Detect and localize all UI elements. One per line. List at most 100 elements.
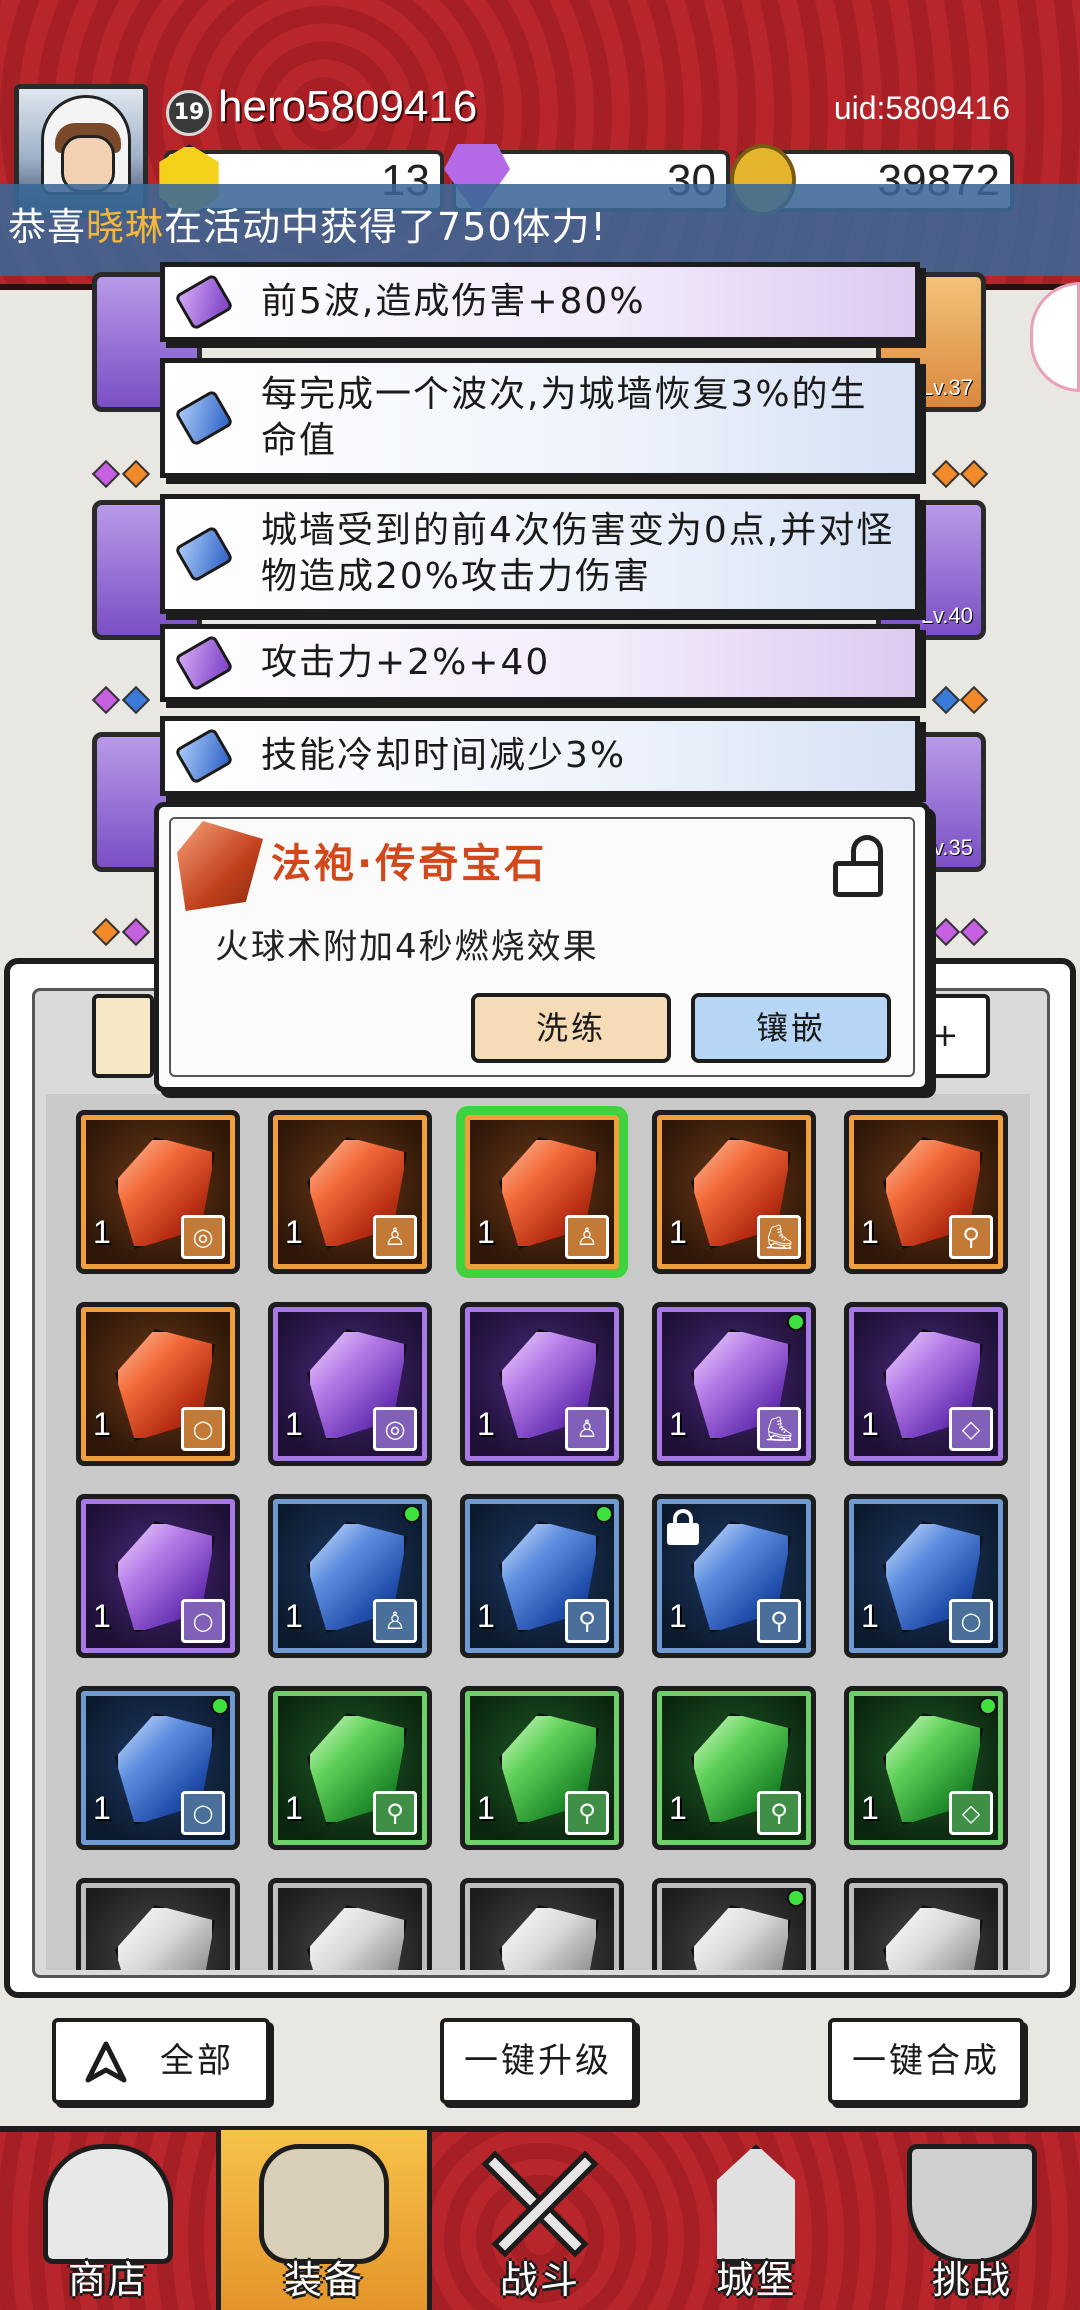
nav-castle[interactable]: 城堡 (648, 2130, 864, 2310)
gem-count: 1 (669, 1406, 687, 1442)
upgrade-all-button[interactable]: 一键升级 (440, 2018, 636, 2104)
gem-count: 1 (669, 1598, 687, 1634)
gem-count: 1 (861, 1790, 879, 1826)
gem-slot[interactable]: 1 ⚲ (460, 1494, 624, 1658)
equip-type-icon: ○ (949, 1599, 993, 1643)
gem-slot[interactable] (652, 1878, 816, 1970)
equip-type-icon: ⛸ (757, 1407, 801, 1451)
gem-count: 1 (93, 1790, 111, 1826)
equip-level: Lv.37 (920, 375, 973, 400)
triangle-up-icon (85, 2041, 127, 2083)
gem-slot[interactable] (844, 1878, 1008, 1970)
gem-slot[interactable]: 1 ♙ (460, 1302, 624, 1466)
gem-slot[interactable]: 1 ♙ (268, 1110, 432, 1274)
gem-slot[interactable]: 1 ◎ (268, 1302, 432, 1466)
equip-level: Lv.40 (920, 603, 973, 628)
nav-challenge[interactable]: 挑战 (864, 2130, 1080, 2310)
socket-gem-icon (959, 685, 989, 715)
gem-description: 火球术附加4秒燃烧效果 (215, 927, 599, 967)
announcement-suffix: 在活动中获得了750体力! (164, 205, 607, 249)
gray-gem-icon (115, 1905, 215, 1970)
gem-count: 1 (477, 1406, 495, 1442)
gem-slot[interactable] (76, 1878, 240, 1970)
stat-text: 每完成一个波次,为城墙恢复3%的生命值 (261, 374, 868, 461)
unlock-icon[interactable] (833, 835, 885, 897)
equip-type-icon: ○ (181, 1599, 225, 1643)
blue-gem-icon (174, 389, 234, 447)
gem-slot[interactable] (460, 1878, 624, 1970)
equip-type-icon: ○ (181, 1407, 225, 1451)
equip-type-icon: ⛸ (757, 1215, 801, 1259)
gem-slot[interactable]: 1 ⚲ (652, 1686, 816, 1850)
reforge-button[interactable]: 洗练 (471, 993, 671, 1063)
gem-slot[interactable]: 1 ♙ (268, 1494, 432, 1658)
socket-gem-icon (121, 685, 151, 715)
gem-count: 1 (93, 1406, 111, 1442)
shield-icon (907, 2144, 1037, 2264)
socket-gem-icon (959, 459, 989, 489)
purple-gem-icon (174, 634, 234, 692)
equip-type-icon: ♙ (373, 1599, 417, 1643)
socket-gem-icon (931, 459, 961, 489)
gem-count: 1 (669, 1214, 687, 1250)
event-side-badge[interactable] (1030, 282, 1080, 392)
equip-type-icon: ◇ (949, 1407, 993, 1451)
player-level-badge: 19 (166, 90, 212, 136)
new-indicator-dot (979, 1697, 997, 1715)
filter-all-button[interactable]: 全部 (52, 2018, 270, 2104)
gem-count: 1 (285, 1598, 303, 1634)
gem-count: 1 (285, 1214, 303, 1250)
gem-count: 1 (861, 1598, 879, 1634)
gem-count: 1 (477, 1598, 495, 1634)
gem-slot[interactable]: 1 ♙ (460, 1110, 624, 1274)
gem-count: 1 (285, 1406, 303, 1442)
gem-slot[interactable] (268, 1878, 432, 1970)
gray-gem-icon (883, 1905, 983, 1970)
equip-type-icon: ♙ (565, 1215, 609, 1259)
filter-tab-robe[interactable] (92, 994, 154, 1078)
gem-count: 1 (285, 1790, 303, 1826)
gem-slot[interactable]: 1 ○ (76, 1302, 240, 1466)
equip-type-icon: ♙ (565, 1407, 609, 1451)
gem-slot[interactable]: 1 ◎ (76, 1110, 240, 1274)
gem-count: 1 (861, 1214, 879, 1250)
gem-slot[interactable]: 1 ⚲ (844, 1110, 1008, 1274)
lock-icon (667, 1509, 699, 1545)
player-uid: uid:5809416 (833, 90, 1010, 126)
socket-gem-icon (931, 917, 961, 947)
gem-slot[interactable]: 1 ⛸ (652, 1110, 816, 1274)
announcement-player: 晓琳 (86, 205, 165, 249)
new-indicator-dot (211, 1697, 229, 1715)
nav-battle[interactable]: 战斗 (432, 2130, 648, 2310)
filter-all-label: 全部 (160, 2041, 234, 2081)
equip-type-icon: ♙ (373, 1215, 417, 1259)
gem-slot[interactable]: 1 ○ (76, 1686, 240, 1850)
player-username: hero5809416 (218, 82, 478, 131)
equip-type-icon: ⚲ (565, 1791, 609, 1835)
gem-slot[interactable]: 1 ⛸ (652, 1302, 816, 1466)
blue-gem-icon (174, 525, 234, 583)
equip-type-icon: ◎ (181, 1215, 225, 1259)
gem-count: 1 (669, 1790, 687, 1826)
gem-slot[interactable]: 1 ⚲ (652, 1494, 816, 1658)
equip-type-icon: ⚲ (565, 1599, 609, 1643)
socket-gem-icon (91, 685, 121, 715)
new-indicator-dot (403, 1505, 421, 1523)
gem-title: 法袍·传奇宝石 (271, 841, 548, 887)
gem-slot[interactable]: 1 ◇ (844, 1686, 1008, 1850)
gem-slot[interactable]: 1 ○ (76, 1494, 240, 1658)
nav-shop[interactable]: 商店 (0, 2130, 216, 2310)
gem-slot[interactable]: 1 ◇ (844, 1302, 1008, 1466)
inlay-button[interactable]: 镶嵌 (691, 993, 891, 1063)
gem-slot[interactable]: 1 ○ (844, 1494, 1008, 1658)
merge-all-button[interactable]: 一键合成 (828, 2018, 1024, 2104)
gem-stats-list: 前5波,造成伤害+80% 每完成一个波次,为城墙恢复3%的生命值 城墙受到的前4… (160, 262, 920, 796)
gem-slot[interactable]: 1 ⚲ (268, 1686, 432, 1850)
stat-row: 技能冷却时间减少3% (160, 716, 920, 796)
announcement-prefix: 恭喜 (8, 205, 87, 249)
nav-equipment[interactable]: 装备 (216, 2130, 432, 2310)
stat-text: 攻击力+2%+40 (261, 642, 551, 683)
gem-count: 1 (861, 1406, 879, 1442)
socket-gem-icon (931, 685, 961, 715)
gem-slot[interactable]: 1 ⚲ (460, 1686, 624, 1850)
